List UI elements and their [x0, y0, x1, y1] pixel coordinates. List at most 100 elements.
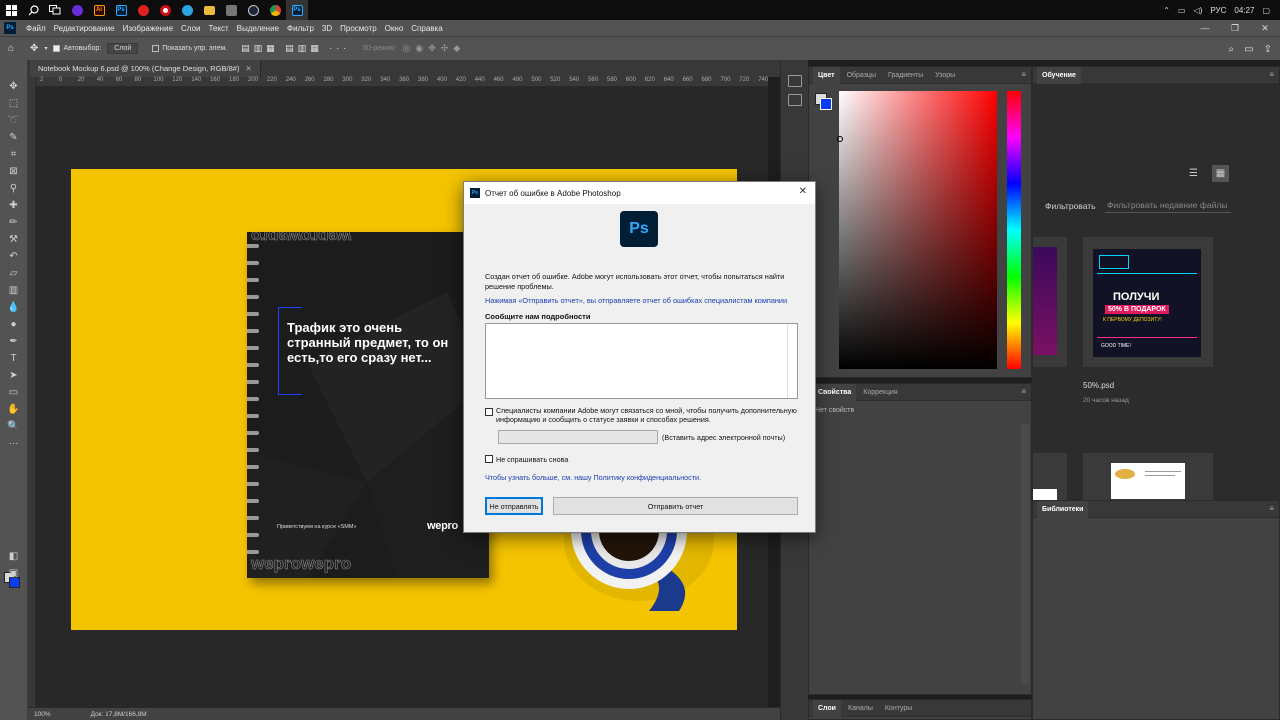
menu-help[interactable]: Справка	[407, 24, 446, 33]
contact-me-checkbox[interactable]	[485, 408, 493, 416]
document-tab[interactable]: Notebook Mockup 6.psd @ 100% (Change Des…	[30, 60, 261, 77]
panel-menu-icon[interactable]: ≡	[1021, 70, 1026, 79]
notifications-icon[interactable]: ▢	[1262, 6, 1270, 15]
textarea-scrollbar[interactable]	[787, 324, 797, 398]
clock[interactable]: 04:27	[1234, 6, 1254, 15]
menu-edit[interactable]: Редактирование	[50, 24, 119, 33]
pen-tool-icon[interactable]: ✒	[4, 333, 24, 350]
menu-file[interactable]: Файл	[22, 24, 50, 33]
autoselect-checkbox[interactable]	[53, 45, 61, 52]
blur-tool-icon[interactable]: 💧	[4, 299, 24, 316]
tab-learn[interactable]: Обучение	[1037, 66, 1081, 84]
panel-menu-icon[interactable]: ≡	[1021, 387, 1026, 396]
rectangle-tool-icon[interactable]: ▭	[4, 384, 24, 401]
app-red-icon[interactable]	[132, 0, 154, 20]
hue-slider[interactable]	[1007, 91, 1021, 369]
volume-icon[interactable]: ◁)	[1194, 6, 1203, 15]
network-icon[interactable]: ▭	[1178, 6, 1186, 15]
app-purple-icon[interactable]	[66, 0, 88, 20]
brush-tool-icon[interactable]: ✏	[4, 214, 24, 231]
type-tool-icon[interactable]: T	[4, 350, 24, 367]
recent-file-thumbnail[interactable]	[1033, 453, 1067, 501]
quick-mask-icon[interactable]: ◧	[4, 548, 24, 565]
minimize-icon[interactable]: —	[1190, 20, 1220, 36]
dodge-tool-icon[interactable]: ●	[4, 316, 24, 333]
document-size[interactable]: Док: 17,8M/166,8M	[91, 711, 147, 718]
autoselect-dropdown[interactable]: Слой	[107, 43, 139, 54]
recent-file-thumbnail[interactable]	[1083, 453, 1213, 501]
contact-me-label[interactable]: Специалисты компании Adobe могут связать…	[496, 406, 808, 424]
move-tool-icon[interactable]: ✥	[30, 43, 38, 54]
hand-tool-icon[interactable]: ✋	[4, 401, 24, 418]
eyedropper-tool-icon[interactable]: ⚲	[4, 180, 24, 197]
zoom-tool-icon[interactable]: 🔍	[4, 418, 24, 435]
color-field-cursor[interactable]	[837, 136, 843, 142]
color-field[interactable]	[839, 91, 997, 369]
recent-file-thumbnail[interactable]	[1033, 237, 1067, 367]
screen-mode-icon[interactable]: ▣	[4, 565, 24, 582]
3d-tools-icons[interactable]: ◎◉✥✣◆	[403, 43, 466, 54]
app-gray-icon[interactable]	[220, 0, 242, 20]
tab-gradients[interactable]: Градиенты	[883, 67, 928, 84]
tab-libraries[interactable]: Библиотеки	[1037, 500, 1089, 518]
menu-layers[interactable]: Слои	[177, 24, 204, 33]
grid-view-icon[interactable]: ▦	[1212, 165, 1229, 182]
healing-brush-icon[interactable]: ✚	[4, 197, 24, 214]
tab-patterns[interactable]: Узоры	[930, 67, 960, 84]
list-view-icon[interactable]: ☰	[1185, 165, 1202, 182]
dont-ask-checkbox[interactable]	[485, 455, 493, 463]
autoselect-option[interactable]: Автовыбор:	[53, 45, 101, 52]
show-controls-checkbox[interactable]	[152, 45, 160, 52]
folder-icon[interactable]	[198, 0, 220, 20]
menu-window[interactable]: Окно	[381, 24, 408, 33]
menu-type[interactable]: Текст	[204, 24, 232, 33]
eraser-tool-icon[interactable]: ▱	[4, 265, 24, 282]
horizontal-ruler[interactable]: 2 0 20 40 60 80 100 120 140 160 180 200 220 240 260 280…	[36, 77, 768, 87]
panel-menu-icon[interactable]: ≡	[1269, 70, 1274, 79]
home-icon[interactable]: ⌂	[8, 43, 14, 54]
tab-channels[interactable]: Каналы	[843, 700, 878, 717]
recent-file-name[interactable]: 50%.psd	[1083, 381, 1114, 390]
dialog-titlebar[interactable]: Ps Отчет об ошибке в Adobe Photoshop	[464, 182, 815, 204]
opera-icon[interactable]	[154, 0, 176, 20]
privacy-link[interactable]: Чтобы узнать больше, см. нашу Политику к…	[485, 473, 701, 482]
vertical-ruler[interactable]	[28, 77, 36, 707]
photoshop-active-icon[interactable]: Ps	[286, 0, 308, 20]
gradient-tool-icon[interactable]: ▥	[4, 282, 24, 299]
windows-start-icon[interactable]	[0, 0, 22, 20]
tab-paths[interactable]: Контуры	[880, 700, 917, 717]
marquee-tool-icon[interactable]: ⬚	[4, 95, 24, 112]
telegram-icon[interactable]	[176, 0, 198, 20]
background-color-swatch[interactable]	[820, 98, 832, 110]
search-icon[interactable]: ⌕	[1229, 44, 1235, 55]
crop-tool-icon[interactable]: ⌗	[4, 146, 24, 163]
menu-image[interactable]: Изображение	[119, 24, 177, 33]
dont-ask-label[interactable]: Не спрашивать снова	[496, 455, 568, 464]
menu-select[interactable]: Выделение	[233, 24, 283, 33]
tab-adjustments[interactable]: Коррекция	[858, 384, 902, 401]
close-icon[interactable]: ✕	[799, 186, 807, 197]
menu-view[interactable]: Просмотр	[336, 24, 381, 33]
path-select-icon[interactable]: ➤	[4, 367, 24, 384]
search-icon[interactable]	[22, 0, 44, 20]
clone-stamp-icon[interactable]: ⚒	[4, 231, 24, 248]
chrome-icon[interactable]	[264, 0, 286, 20]
send-report-button[interactable]: Отправить отчет	[553, 497, 798, 515]
lasso-tool-icon[interactable]: ➰	[4, 112, 24, 129]
move-tool-icon[interactable]: ✥	[4, 78, 24, 95]
align-icons[interactable]: ▤▥▦ ▤▥▦ ···	[241, 43, 350, 54]
tab-color[interactable]: Цвет	[813, 66, 840, 84]
frame-tool-icon[interactable]: ⊠	[4, 163, 24, 180]
email-field[interactable]	[498, 430, 658, 444]
history-brush-icon[interactable]: ↶	[4, 248, 24, 265]
menu-filter[interactable]: Фильтр	[283, 24, 318, 33]
tab-swatches[interactable]: Образцы	[842, 67, 881, 84]
filter-recent-files-input[interactable]: Фильтровать недавние файлы	[1105, 198, 1231, 213]
dont-send-button[interactable]: Не отправлять	[485, 497, 543, 515]
share-icon[interactable]: ⇪	[1264, 44, 1272, 55]
photoshop-icon[interactable]: Ps	[110, 0, 132, 20]
history-panel-icon[interactable]	[788, 75, 802, 87]
menu-3d[interactable]: 3D	[318, 24, 336, 33]
tab-properties[interactable]: Свойства	[813, 383, 857, 401]
recent-file-thumbnail[interactable]: ПОЛУЧИ 50% В ПОДАРОК К ПЕРВОМУ ДЕПОЗИТУ!…	[1083, 237, 1213, 367]
